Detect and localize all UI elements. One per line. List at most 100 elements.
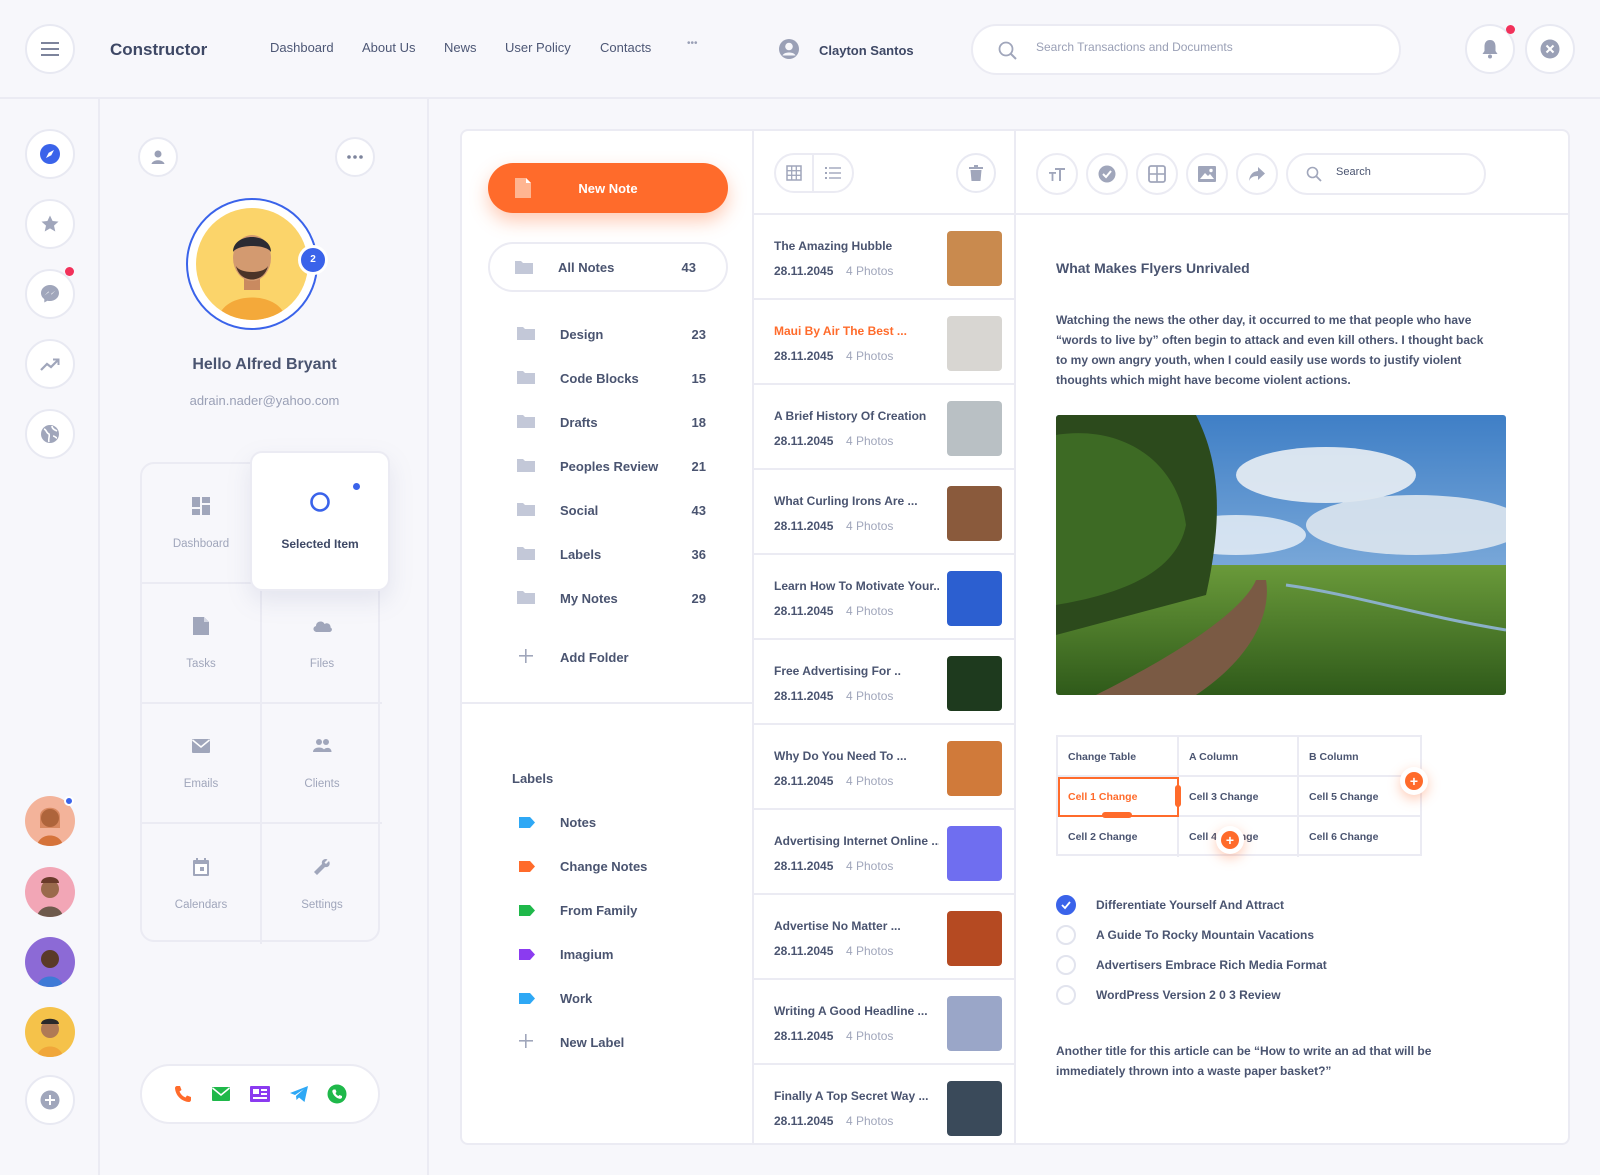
checkbox-checked[interactable] bbox=[1056, 895, 1076, 915]
rail-favorites-button[interactable] bbox=[25, 199, 75, 249]
table-cell[interactable]: Cell 6 Change bbox=[1299, 817, 1420, 857]
folder-drafts[interactable]: Drafts 18 bbox=[516, 413, 706, 433]
label-from-family[interactable]: From Family bbox=[516, 901, 716, 921]
note-list-item[interactable]: Maui By Air The Best ... 28.11.2045 4 Phot… bbox=[754, 300, 1014, 385]
table-cell[interactable]: Cell 3 Change bbox=[1179, 777, 1299, 817]
checklist-item[interactable]: WordPress Version 2 0 3 Review bbox=[1056, 985, 1456, 1005]
contact-avatar-4[interactable] bbox=[25, 1007, 75, 1057]
note-title[interactable]: What Makes Flyers Unrivaled bbox=[1056, 260, 1250, 276]
note-list-item[interactable]: Learn How To Motivate Your... 28.11.2045 4… bbox=[754, 555, 1014, 640]
profile-more-button[interactable] bbox=[335, 137, 375, 177]
label-imagium[interactable]: Imagium bbox=[516, 945, 716, 965]
editor-search-input[interactable] bbox=[1336, 166, 1456, 178]
share-button[interactable] bbox=[1236, 153, 1278, 195]
table-button[interactable] bbox=[1136, 153, 1178, 195]
phone-icon[interactable] bbox=[173, 1084, 193, 1104]
profile-avatar[interactable] bbox=[196, 208, 308, 320]
checkbox[interactable] bbox=[1056, 925, 1076, 945]
add-column-button[interactable]: + bbox=[1400, 767, 1428, 795]
rail-explore-button[interactable] bbox=[25, 129, 75, 179]
checklist-item[interactable]: Differentiate Yourself And Attract bbox=[1056, 895, 1456, 915]
grid-view-button[interactable] bbox=[776, 155, 815, 191]
folder-my-notes[interactable]: My Notes 29 bbox=[516, 589, 706, 609]
rail-globe-button[interactable] bbox=[25, 409, 75, 459]
grid-emails[interactable]: Emails bbox=[142, 704, 262, 824]
add-folder-button[interactable]: Add Folder bbox=[516, 648, 706, 668]
folder-design[interactable]: Design 23 bbox=[516, 325, 706, 345]
contact-avatar-2[interactable] bbox=[25, 867, 75, 917]
note-body[interactable]: Watching the news the other day, it occu… bbox=[1056, 310, 1486, 390]
new-label-button[interactable]: New Label bbox=[516, 1033, 716, 1053]
all-notes-item[interactable]: All Notes 43 bbox=[488, 242, 728, 292]
add-row-button[interactable]: + bbox=[1216, 826, 1244, 854]
checkbox[interactable] bbox=[1056, 955, 1076, 975]
delete-button[interactable] bbox=[956, 153, 996, 193]
note-footer-text[interactable]: Another title for this article can be “H… bbox=[1056, 1041, 1436, 1081]
note-list-item[interactable]: Why Do You Need To ... 28.11.2045 4 Photos bbox=[754, 725, 1014, 810]
label-work[interactable]: Work bbox=[516, 989, 716, 1009]
checklist-button[interactable] bbox=[1086, 153, 1128, 195]
grid-files[interactable]: Files bbox=[262, 584, 382, 704]
checklist-item[interactable]: A Guide To Rocky Mountain Vacations bbox=[1056, 925, 1456, 945]
checkbox[interactable] bbox=[1056, 985, 1076, 1005]
folder-count: 18 bbox=[691, 415, 706, 430]
user-name[interactable]: Clayton Santos bbox=[819, 43, 914, 58]
note-list-item[interactable]: Advertise No Matter ... 28.11.2045 4 Photo… bbox=[754, 895, 1014, 980]
global-search[interactable] bbox=[971, 24, 1401, 75]
note-list-item[interactable]: Free Advertising For .. 28.11.2045 4 Photo… bbox=[754, 640, 1014, 725]
checklist-item[interactable]: Advertisers Embrace Rich Media Format bbox=[1056, 955, 1456, 975]
editor-search[interactable] bbox=[1286, 153, 1486, 195]
nav-about-us[interactable]: About Us bbox=[362, 40, 415, 55]
nav-dashboard[interactable]: Dashboard bbox=[270, 40, 334, 55]
rail-analytics-button[interactable] bbox=[25, 339, 75, 389]
grid-clients[interactable]: Clients bbox=[262, 704, 382, 824]
menu-button[interactable] bbox=[25, 24, 75, 74]
label-change-notes[interactable]: Change Notes bbox=[516, 857, 716, 877]
nav-user-policy[interactable]: User Policy bbox=[505, 40, 571, 55]
profile-greeting: Hello Alfred Bryant bbox=[192, 356, 337, 373]
note-list-item[interactable]: Finally A Top Secret Way ... 28.11.2045 4 … bbox=[754, 1065, 1014, 1143]
note-list-item[interactable]: Writing A Good Headline ... 28.11.2045 4 P… bbox=[754, 980, 1014, 1065]
folder-peoples-review[interactable]: Peoples Review 21 bbox=[516, 457, 706, 477]
table-header-cell[interactable]: Change Table bbox=[1058, 737, 1179, 777]
grid-dashboard[interactable]: Dashboard bbox=[142, 464, 262, 584]
grid-calendars[interactable]: Calendars bbox=[142, 824, 262, 944]
folder-social[interactable]: Social 43 bbox=[516, 501, 706, 521]
note-list-item[interactable]: What Curling Irons Are ... 28.11.2045 4 Ph… bbox=[754, 470, 1014, 555]
note-list-item[interactable]: A Brief History Of Creation 28.11.2045 4 P… bbox=[754, 385, 1014, 470]
contact-avatar-3[interactable] bbox=[25, 937, 75, 987]
table-cell[interactable]: Cell 2 Change bbox=[1058, 817, 1179, 857]
text-format-button[interactable] bbox=[1036, 153, 1078, 195]
rail-messenger-button[interactable] bbox=[25, 269, 75, 319]
global-search-input[interactable] bbox=[1036, 40, 1336, 54]
grid-selected-item[interactable]: Selected Item bbox=[250, 451, 390, 591]
note-list-item[interactable]: Advertising Internet Online ... 28.11.204… bbox=[754, 810, 1014, 895]
nav-contacts[interactable]: Contacts bbox=[600, 40, 651, 55]
email-icon[interactable] bbox=[211, 1084, 231, 1104]
image-button[interactable] bbox=[1186, 153, 1228, 195]
new-note-button[interactable]: New Note bbox=[488, 163, 728, 213]
folder-code-blocks[interactable]: Code Blocks 15 bbox=[516, 369, 706, 389]
grid-settings[interactable]: Settings bbox=[262, 824, 382, 944]
note-item-title: Finally A Top Secret Way ... bbox=[774, 1089, 929, 1103]
row-resize-handle[interactable] bbox=[1102, 812, 1132, 818]
close-button[interactable] bbox=[1525, 24, 1575, 74]
label-notes[interactable]: Notes bbox=[516, 813, 716, 833]
table-cell-selected[interactable]: Cell 1 Change bbox=[1058, 777, 1179, 817]
whatsapp-icon[interactable] bbox=[327, 1084, 347, 1104]
search-icon bbox=[998, 41, 1017, 60]
add-contact-button[interactable] bbox=[25, 1075, 75, 1125]
news-icon[interactable] bbox=[249, 1084, 271, 1104]
note-list-item[interactable]: The Amazing Hubble 28.11.2045 4 Photos bbox=[754, 215, 1014, 300]
profile-button[interactable] bbox=[138, 137, 178, 177]
table-header-cell[interactable]: B Column bbox=[1299, 737, 1420, 777]
column-resize-handle[interactable] bbox=[1175, 785, 1181, 807]
folder-labels[interactable]: Labels 36 bbox=[516, 545, 706, 565]
nav-more-icon[interactable]: ••• bbox=[687, 38, 698, 49]
telegram-icon[interactable] bbox=[289, 1085, 309, 1103]
nav-news[interactable]: News bbox=[444, 40, 477, 55]
user-avatar-icon[interactable] bbox=[778, 38, 800, 60]
grid-tasks[interactable]: Tasks bbox=[142, 584, 262, 704]
list-view-button[interactable] bbox=[814, 155, 852, 191]
table-header-cell[interactable]: A Column bbox=[1179, 737, 1299, 777]
